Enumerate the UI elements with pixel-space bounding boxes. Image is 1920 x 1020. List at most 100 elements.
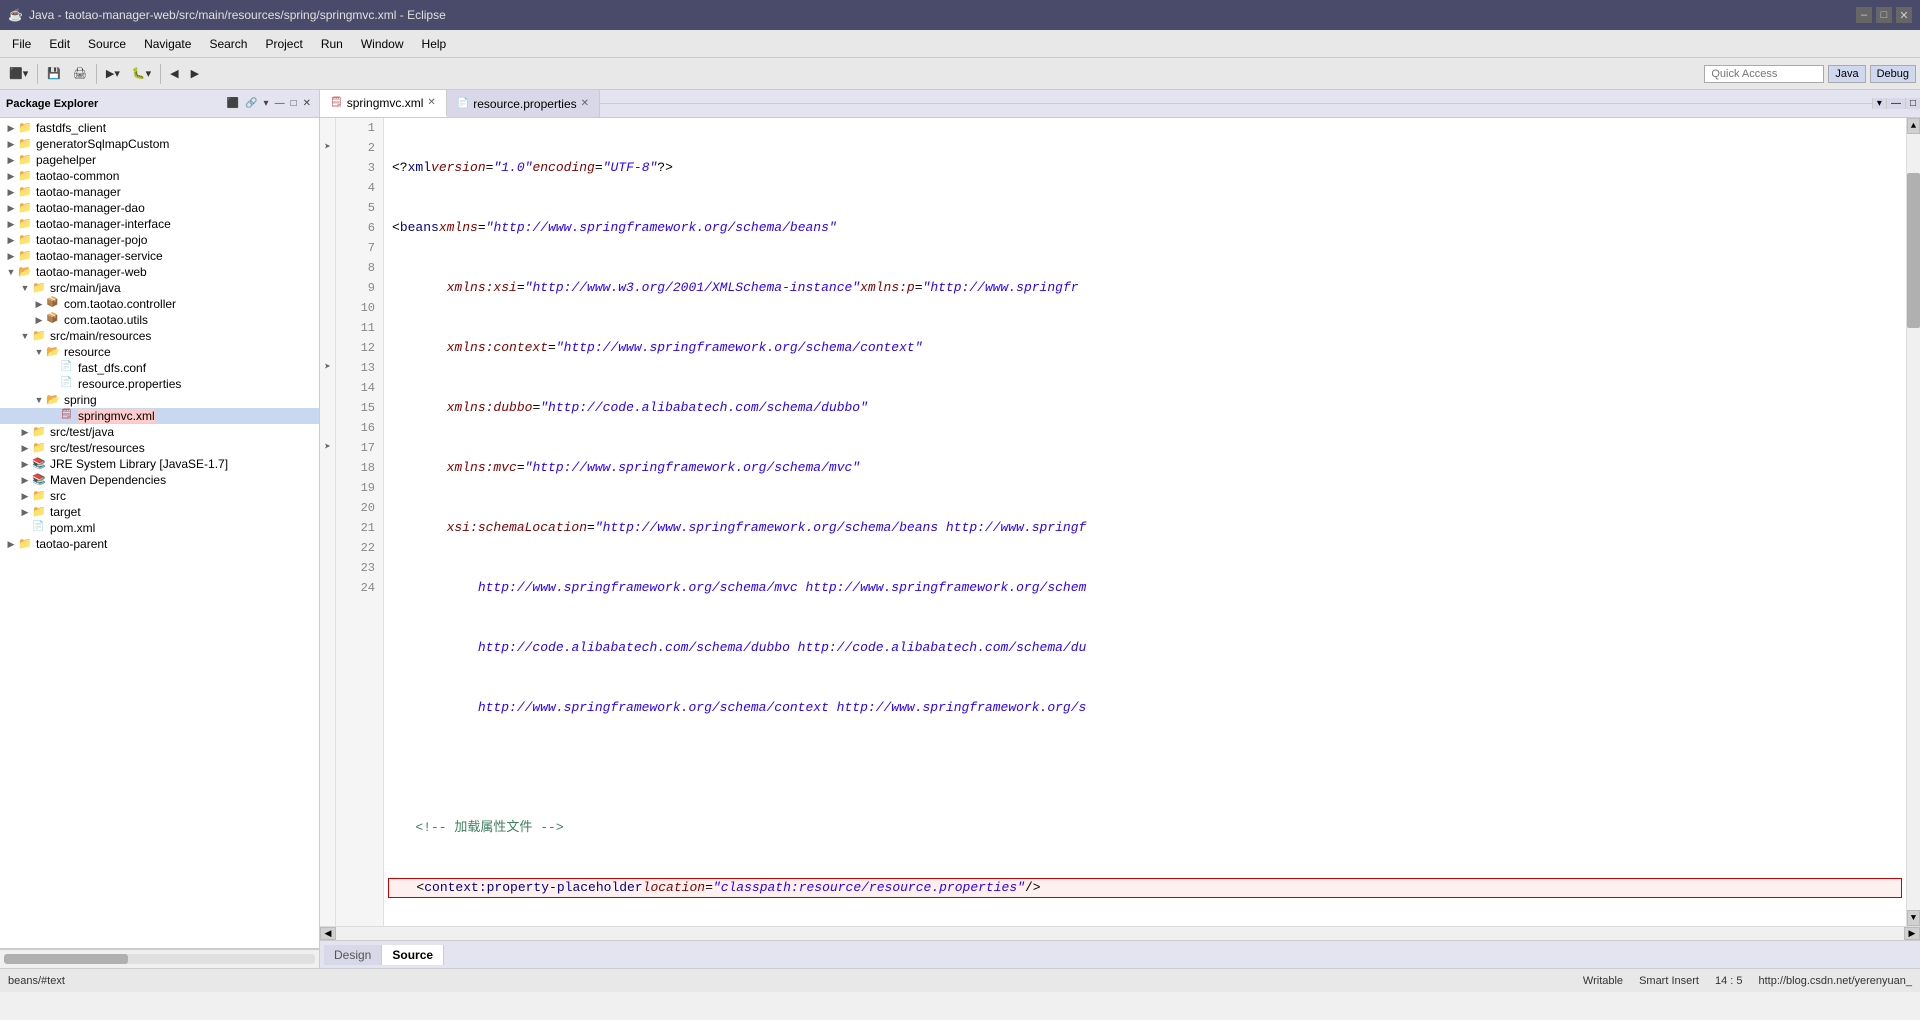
tree-item-src-main-resources[interactable]: ▼ 📁 src/main/resources [0,328,319,344]
expand-arrow: ▶ [18,443,32,454]
tab-resource-props[interactable]: 📄 resource.properties ✕ [447,90,600,117]
tree-item-common[interactable]: ▶ 📁 taotao-common [0,168,319,184]
indicator-19 [320,478,335,498]
scroll-right-button[interactable]: ▶ [1904,927,1920,940]
java-perspective-button[interactable]: Java [1828,65,1865,83]
maximize-button[interactable]: □ [1876,7,1892,23]
tab-source[interactable]: Source [382,945,444,965]
code-line-13: <context:property-placeholder location="… [388,878,1902,898]
status-hint: http://blog.csdn.net/yerenyuan_ [1759,975,1913,987]
menu-file[interactable]: File [4,34,39,54]
folder-icon: 📁 [18,121,34,135]
scroll-track[interactable] [1907,134,1920,910]
sidebar-minimize[interactable]: — [273,97,287,110]
xml-val: "classpath:resource/resource.properties" [713,878,1025,898]
tree-item-maven-deps[interactable]: ▶ 📚 Maven Dependencies [0,472,319,488]
tree-item-springmvc-xml[interactable]: 🗒 springmvc.xml [0,408,319,424]
xml-bracket: /> [1025,878,1041,898]
editor-minimize[interactable]: — [1886,98,1905,109]
tree-item-pojo[interactable]: ▶ 📁 taotao-manager-pojo [0,232,319,248]
tree-label: pagehelper [36,153,96,167]
tree-item-resource-properties[interactable]: 📄 resource.properties [0,376,319,392]
sidebar-close[interactable]: ✕ [301,97,313,110]
tree-item-jre[interactable]: ▶ 📚 JRE System Library [JavaSE-1.7] [0,456,319,472]
code-editor[interactable]: ➤ ➤ ➤ [320,118,1920,926]
debug-button[interactable]: 🐛▾ [127,64,156,83]
jre-icon: 📚 [32,457,48,471]
xml-val: "http://www.springframework.org/schema/m… [525,458,860,478]
tab-design[interactable]: Design [324,945,382,965]
folder-icon: 📁 [18,169,34,183]
tree-label: src/test/resources [50,441,145,455]
tree-item-target[interactable]: ▶ 📁 target [0,504,319,520]
scroll-up-button[interactable]: ▲ [1907,118,1920,134]
minimize-button[interactable]: – [1856,7,1872,23]
tree-item-interface[interactable]: ▶ 📁 taotao-manager-interface [0,216,319,232]
xml-attr: location [643,878,705,898]
sidebar-maximize[interactable]: □ [289,97,299,110]
tab-springmvc-close[interactable]: ✕ [427,97,435,108]
menu-project[interactable]: Project [257,34,310,54]
tree-item-spring-folder[interactable]: ▼ 📂 spring [0,392,319,408]
tree-item-utils-pkg[interactable]: ▶ 📦 com.taotao.utils [0,312,319,328]
sidebar-link-editor[interactable]: 🔗 [243,97,259,110]
menu-window[interactable]: Window [353,34,412,54]
tree-item-parent[interactable]: ▶ 📁 taotao-parent [0,536,319,552]
xml-val: http://www.springframework.org/schema/co… [478,698,1087,718]
tree-item-src-test-resources[interactable]: ▶ 📁 src/test/resources [0,440,319,456]
sidebar-view-menu[interactable]: ▾ [262,97,271,110]
sidebar-collapse-all[interactable]: ⬛ [225,97,241,110]
menu-help[interactable]: Help [414,34,455,54]
indicator-2: ➤ [320,138,335,158]
save-button[interactable]: 💾 [42,64,66,83]
menu-edit[interactable]: Edit [41,34,78,54]
tree-item-web[interactable]: ▼ 📂 taotao-manager-web [0,264,319,280]
title-bar-controls[interactable]: – □ ✕ [1856,7,1912,23]
menu-source[interactable]: Source [80,34,134,54]
vertical-scrollbar[interactable]: ▲ ▼ [1906,118,1920,926]
expand-arrow: ▼ [4,267,18,277]
tree-item-generatorsqlmap[interactable]: ▶ 📁 generatorSqlmapCustom [0,136,319,152]
close-button[interactable]: ✕ [1896,7,1912,23]
tree-item-resource-folder[interactable]: ▼ 📂 resource [0,344,319,360]
tree-item-dao[interactable]: ▶ 📁 taotao-manager-dao [0,200,319,216]
tab-springmvc[interactable]: 🗒 springmvc.xml ✕ [320,90,447,117]
title-bar: ☕ Java - taotao-manager-web/src/main/res… [0,0,1920,30]
expand-arrow: ▶ [4,251,18,262]
tree-item-src[interactable]: ▶ 📁 src [0,488,319,504]
indicator-18 [320,458,335,478]
xml-eq: = [595,158,603,178]
tree-item-fast-dfs[interactable]: 📄 fast_dfs.conf [0,360,319,376]
indicator-3 [320,158,335,178]
print-button[interactable]: 🖨 [68,64,92,83]
tree-item-fastdfs[interactable]: ▶ 📁 fastdfs_client [0,120,319,136]
next-button[interactable]: ▶ [186,64,204,83]
scroll-down-button[interactable]: ▼ [1907,910,1920,926]
code-content[interactable]: <?xml version="1.0" encoding="UTF-8"?> <… [384,118,1906,926]
tree-item-controller-pkg[interactable]: ▶ 📦 com.taotao.controller [0,296,319,312]
editor-view-menu[interactable]: ▾ [1872,98,1886,109]
run-button[interactable]: ▶▾ [101,64,125,83]
menu-navigate[interactable]: Navigate [136,34,199,54]
tree-item-pom[interactable]: 📄 pom.xml [0,520,319,536]
menu-run[interactable]: Run [313,34,351,54]
tree-item-service[interactable]: ▶ 📁 taotao-manager-service [0,248,319,264]
tree-item-manager[interactable]: ▶ 📁 taotao-manager [0,184,319,200]
xml-attr: xmlns:context [447,338,548,358]
tree-item-pagehelper[interactable]: ▶ 📁 pagehelper [0,152,319,168]
quick-access-input[interactable] [1704,65,1824,83]
tree-item-src-main-java[interactable]: ▼ 📁 src/main/java [0,280,319,296]
tab-resource-close[interactable]: ✕ [581,98,589,109]
prev-button[interactable]: ◀ [165,64,183,83]
debug-perspective-button[interactable]: Debug [1870,65,1916,83]
tree-item-src-test-java[interactable]: ▶ 📁 src/test/java [0,424,319,440]
menu-search[interactable]: Search [201,34,255,54]
folder-icon: 📁 [32,505,48,519]
new-button[interactable]: ⬛▾ [4,64,33,83]
indicator-24 [320,578,335,598]
editor-maximize[interactable]: □ [1905,98,1920,109]
xml-tag: context:property-placeholder [424,878,642,898]
folder-icon: 📁 [18,233,34,247]
horizontal-scrollbar[interactable]: ◀ ▶ [320,926,1920,940]
scroll-left-button[interactable]: ◀ [320,927,336,940]
